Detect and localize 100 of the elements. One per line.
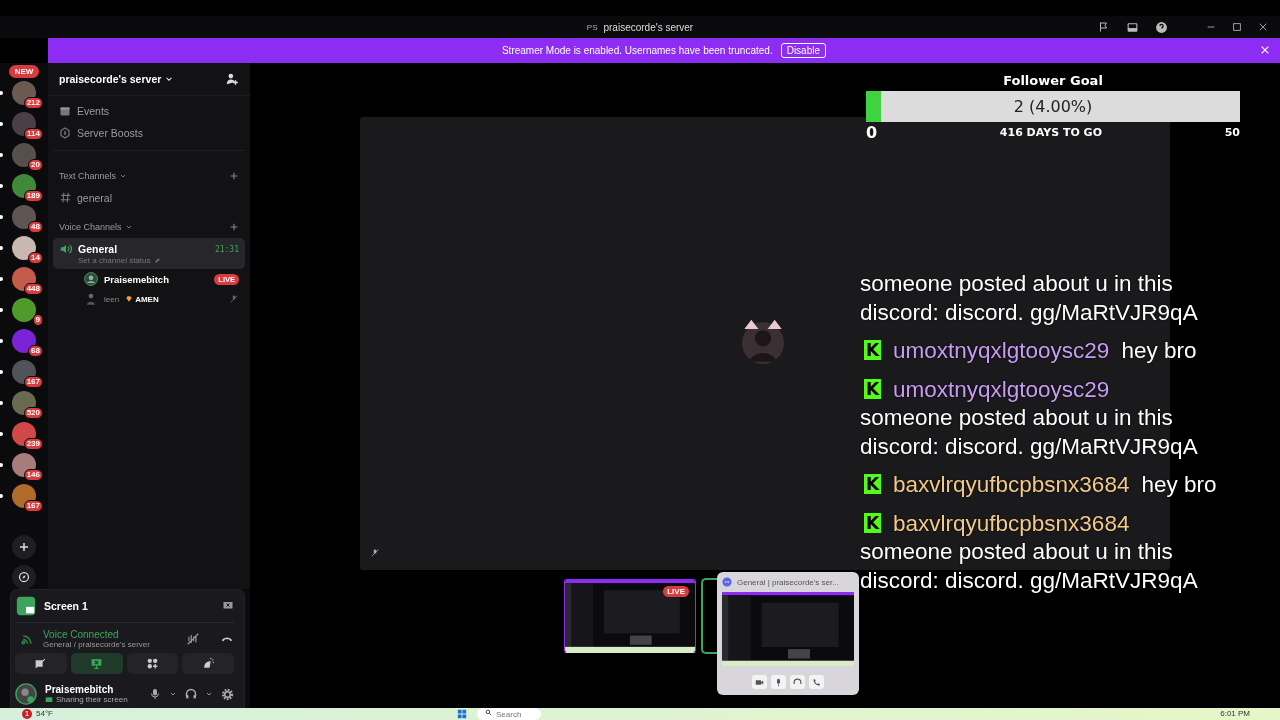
activities-button[interactable] <box>126 653 179 674</box>
unread-badge: 114 <box>24 128 43 140</box>
unread-badge: 20 <box>28 159 43 171</box>
new-badge: NEW <box>8 65 40 78</box>
chat-username: baxvlrqyufbcpbsnx3684 <box>893 472 1130 497</box>
kick-badge: K <box>864 340 881 360</box>
channel-status[interactable]: Set a channel status <box>78 256 151 265</box>
goal-value: 2 (4.00%) <box>1013 97 1093 116</box>
member-name[interactable]: Praisemebitch <box>104 273 169 285</box>
camera-button[interactable] <box>752 675 767 689</box>
username: Praisemebitch <box>45 684 115 695</box>
member-name[interactable]: leen <box>104 294 120 304</box>
plus-icon[interactable] <box>229 171 239 181</box>
plus-icon[interactable] <box>229 222 239 232</box>
stream-name: Screen 1 <box>44 600 88 612</box>
member-tag: AMEN <box>135 294 159 304</box>
windows-logo-icon[interactable] <box>457 709 467 719</box>
voice-location[interactable]: General / praisecorde's server <box>43 640 178 649</box>
headphones-button[interactable] <box>790 675 805 689</box>
chat-username: baxvlrqyufbcpbsnx3684 <box>893 510 1130 536</box>
stop-stream-icon[interactable] <box>222 600 234 612</box>
unread-badge: 146 <box>23 469 43 481</box>
flag-icon[interactable] <box>1098 21 1110 33</box>
clock-time[interactable]: 6:01 PM <box>1220 708 1250 719</box>
sidebar-item[interactable]: Events <box>77 105 110 117</box>
add-server-button[interactable] <box>12 535 36 559</box>
connection-status: Voice Connected <box>43 629 120 640</box>
inbox-icon[interactable] <box>1126 20 1139 34</box>
channel-name[interactable]: general <box>77 191 113 204</box>
speaker-icon <box>59 242 73 256</box>
channel-name[interactable]: General <box>78 243 118 255</box>
user-avatar-icon[interactable] <box>15 683 37 705</box>
banner-message: Streamer Mode is enabled. Usernames have been truncated. <box>501 45 773 56</box>
chevron-down-icon[interactable] <box>169 690 177 698</box>
unread-badge: 212 <box>23 97 43 109</box>
help-icon[interactable] <box>1155 20 1168 34</box>
maximize-icon[interactable] <box>1232 22 1242 32</box>
chat-message: someone posted about u in this discord: discord. gg/MaRtVJR9qA <box>860 404 1199 461</box>
chat-message: someone posted about u in this discord: discord. gg/MaRtVJR9qA <box>860 538 1199 595</box>
unread-badge: 14 <box>28 252 43 264</box>
gem-icon <box>125 295 134 303</box>
unread-badge: 48 <box>28 221 43 233</box>
popup-title: General | praisecorde's ser... <box>737 577 839 587</box>
boost-icon <box>59 127 71 139</box>
category-label[interactable]: Text Channels <box>59 171 117 181</box>
compass-icon <box>18 571 30 583</box>
screen-icon <box>45 695 53 704</box>
calendar-icon <box>59 105 71 117</box>
camera-off-button[interactable] <box>15 653 67 674</box>
mic-muted-icon <box>229 294 239 304</box>
mic-muted-icon <box>370 548 380 558</box>
phone-hangup-icon <box>812 677 821 687</box>
headphones-icon[interactable] <box>185 688 197 700</box>
unread-badge: 520 <box>23 407 43 419</box>
elapsed-time: 21:31 <box>214 244 239 254</box>
pencil-icon[interactable] <box>153 257 161 264</box>
unread-badge: 448 <box>23 283 43 295</box>
camera-off-icon <box>34 657 48 670</box>
hash-icon <box>59 191 72 204</box>
taskbar-search-field[interactable]: Search <box>477 708 542 720</box>
microphone-icon <box>774 677 783 687</box>
days-remaining: 416 DAYS TO GO <box>999 126 1102 139</box>
unread-badge: 9 <box>32 314 43 326</box>
search-icon <box>485 709 492 716</box>
disable-button[interactable]: Disable <box>780 43 827 58</box>
live-badge: LIVE <box>663 586 689 597</box>
goal-max: 50 <box>1224 126 1240 139</box>
unread-badge: 167 <box>23 376 43 388</box>
sidebar-item[interactable]: Server Boosts <box>77 127 143 139</box>
noise-suppression-icon[interactable] <box>186 632 200 646</box>
window-title: praisecorde's server <box>603 21 694 33</box>
goal-min: 0 <box>866 123 878 142</box>
microphone-button[interactable] <box>771 675 786 689</box>
microphone-icon[interactable] <box>149 688 161 700</box>
chevron-down-icon[interactable] <box>205 690 213 698</box>
soundboard-button[interactable] <box>182 653 234 674</box>
grid-plus-icon <box>145 657 159 670</box>
chat-message: hey bro <box>1121 338 1197 363</box>
screen-share-app-icon <box>15 595 37 617</box>
user-avatar-icon <box>84 292 98 306</box>
weather-alert-badge: 1 <box>22 709 32 719</box>
kick-badge: K <box>864 474 881 494</box>
category-label[interactable]: Voice Channels <box>59 222 122 232</box>
unread-badge: 167 <box>23 500 43 512</box>
add-member-icon[interactable] <box>225 72 239 86</box>
signal-icon <box>21 632 35 646</box>
close-icon[interactable] <box>1258 22 1268 32</box>
disconnect-button[interactable] <box>809 675 824 689</box>
soundboard-icon <box>201 657 215 670</box>
server-tag: PS <box>586 22 598 32</box>
channel-item-highlight[interactable]: General 21:31 Set a channel status <box>53 238 245 269</box>
unread-badge: 189 <box>23 190 43 202</box>
settings-icon[interactable] <box>221 687 234 701</box>
explore-button[interactable] <box>12 565 36 589</box>
activity-status: Sharing their screen <box>56 695 128 704</box>
server-name[interactable]: praisecorde's server <box>59 73 162 85</box>
screen-share-button[interactable] <box>70 653 123 674</box>
chat-message: someone posted about u in this discord: discord. gg/MaRtVJR9qA <box>860 270 1199 327</box>
unread-badge: 68 <box>28 345 43 357</box>
weather-temperature[interactable]: 54°F <box>36 708 53 719</box>
